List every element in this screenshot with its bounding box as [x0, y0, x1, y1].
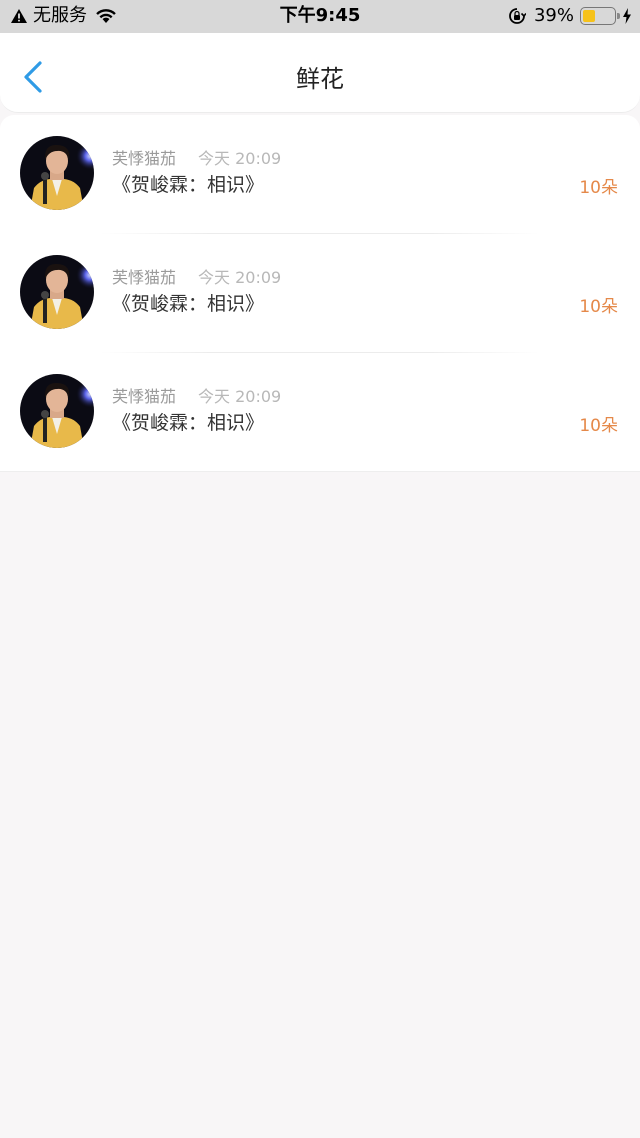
flower-count: 10朵 — [579, 297, 618, 317]
avatar[interactable] — [20, 255, 94, 329]
avatar[interactable] — [20, 136, 94, 210]
item-username: 芙悸猫茄 — [112, 268, 177, 287]
list-item[interactable]: 芙悸猫茄 今天 20:09 《贺峻霖：相识》 10朵 — [0, 234, 640, 353]
status-right: 39% — [508, 6, 632, 26]
item-title[interactable]: 《贺峻霖：相识》 — [112, 173, 264, 197]
item-username: 芙悸猫茄 — [112, 387, 177, 406]
flower-count: 10朵 — [579, 416, 618, 436]
flower-list: 芙悸猫茄 今天 20:09 《贺峻霖：相识》 10朵 芙悸猫茄 今天 20:09… — [0, 115, 640, 472]
flower-count: 10朵 — [579, 178, 618, 198]
rotation-lock-icon — [509, 8, 526, 24]
list-item[interactable]: 芙悸猫茄 今天 20:09 《贺峻霖：相识》 10朵 — [0, 115, 640, 234]
navigation-bar: 鲜花 — [0, 33, 640, 113]
battery-percentage: 39% — [533, 5, 574, 26]
list-item[interactable]: 芙悸猫茄 今天 20:09 《贺峻霖：相识》 10朵 — [0, 353, 640, 472]
avatar[interactable] — [20, 374, 94, 448]
charging-icon — [623, 8, 631, 24]
status-bar: 无服务 下午9:45 39% — [0, 0, 640, 33]
item-title[interactable]: 《贺峻霖：相识》 — [112, 411, 264, 435]
item-title[interactable]: 《贺峻霖：相识》 — [112, 292, 264, 316]
item-timestamp: 今天 20:09 — [198, 268, 282, 287]
battery-fill — [583, 10, 595, 22]
item-username: 芙悸猫茄 — [112, 149, 177, 168]
battery-icon — [580, 7, 620, 25]
page-title: 鲜花 — [296, 65, 344, 93]
item-timestamp: 今天 20:09 — [198, 387, 282, 406]
item-timestamp: 今天 20:09 — [198, 149, 282, 168]
